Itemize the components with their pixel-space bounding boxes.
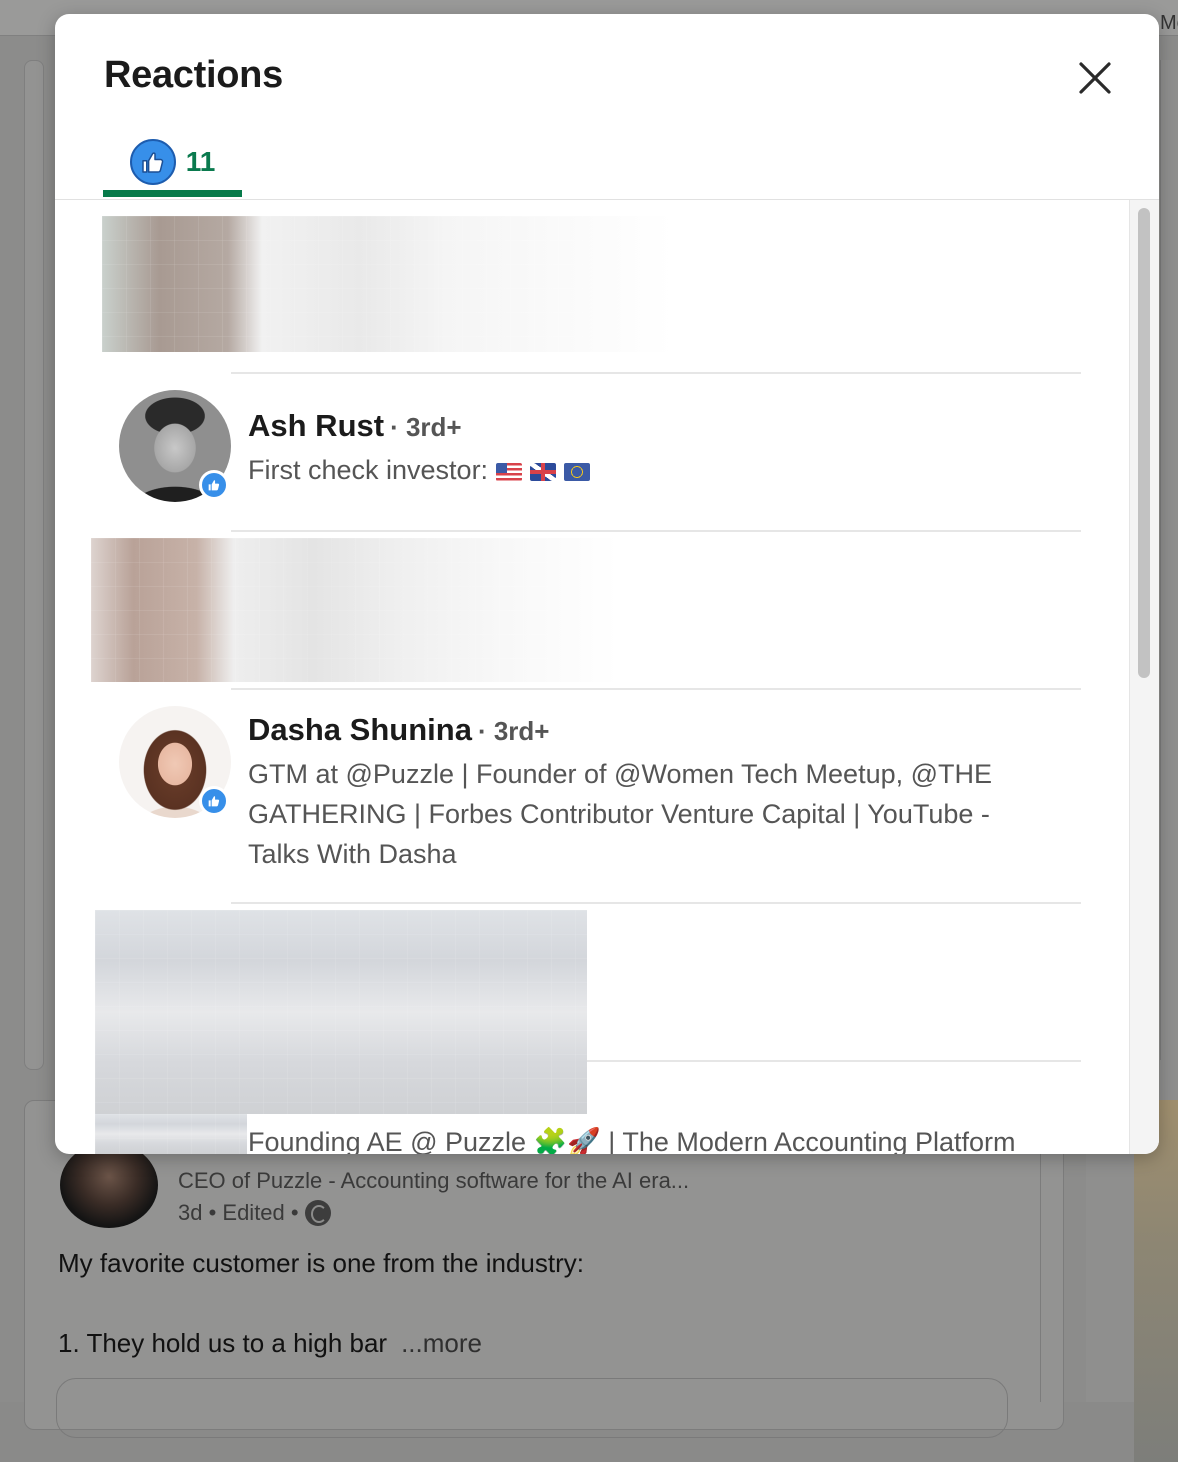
reactor-headline: GTM at @Puzzle | Founder of @Women Tech … [248,759,993,869]
blurred-reactor-row [95,1114,247,1154]
post-text: My favorite customer is one from the ind… [58,1248,584,1278]
right-rail-image [1134,1100,1178,1462]
like-icon [129,139,176,185]
reactor-headline: Founding AE @ Puzzle 🧩🚀 | The Modern Acc… [248,1127,1016,1154]
active-tab-indicator [103,190,242,197]
blurred-reactor-row [102,216,674,352]
post-meta: 3d • Edited • [178,1200,331,1226]
connection-degree: · 3rd+ [477,716,550,746]
eu-flag-icon [564,463,591,481]
scrollbar[interactable] [1129,200,1159,1154]
blurred-reactor-row [91,538,619,682]
uk-flag-icon [530,463,557,481]
reactions-modal: Reactions 11 Ash Rust · 3rd+ First check… [55,14,1159,1154]
reactor-headline: First check investor: [248,450,1048,490]
reactors-list: Ash Rust · 3rd+ First check investor: Das… [55,200,1159,1154]
globe-icon [304,1200,331,1226]
pixelation-overlay [102,216,674,352]
modal-title: Reactions [104,54,283,96]
us-flag-icon [496,463,523,481]
tab-like[interactable]: 11 [103,124,242,200]
scrollbar-thumb[interactable] [1138,208,1150,678]
close-icon [1079,62,1111,94]
like-icon [199,470,229,500]
list-item[interactable]: Ash Rust · 3rd+ First check investor: [55,374,1129,530]
blurred-reactor-row [95,910,587,1114]
connection-degree: · 3rd+ [390,412,462,442]
post-meta-text: 3d • Edited • [178,1200,299,1225]
left-sidebar-card [24,60,44,1070]
post-list-item: 1. They hold us to a high bar ...more [58,1328,482,1359]
reactor-name-line: Dasha Shunina · 3rd+ [248,712,549,748]
row-divider [231,902,1081,904]
post-list-text: 1. They hold us to a high bar [58,1328,388,1358]
close-button[interactable] [1071,54,1119,102]
post-author-subtitle: CEO of Puzzle - Accounting software for … [178,1168,690,1193]
row-divider [231,530,1081,532]
reaction-tabs: 11 [55,124,1159,200]
nav-me-label: Me [1160,12,1178,34]
like-count: 11 [185,146,216,177]
post-media-frame [56,1378,1008,1438]
reactor-name-line: Ash Rust · 3rd+ [248,408,462,444]
list-item[interactable]: Dasha Shunina · 3rd+ GTM at @Puzzle | Fou… [55,690,1129,902]
pixelation-overlay [95,1114,247,1154]
pixelation-overlay [95,910,587,1114]
post-author-avatar[interactable] [60,1142,158,1228]
right-rail-divider [1160,60,1178,1060]
see-more-link[interactable]: ...more [401,1328,482,1358]
reactor-headline-text: First check investor: [248,455,489,485]
reactor-name[interactable]: Ash Rust [248,408,384,443]
pixelation-overlay [91,538,619,682]
like-icon [199,786,229,816]
reactor-name[interactable]: Dasha Shunina [248,712,472,747]
